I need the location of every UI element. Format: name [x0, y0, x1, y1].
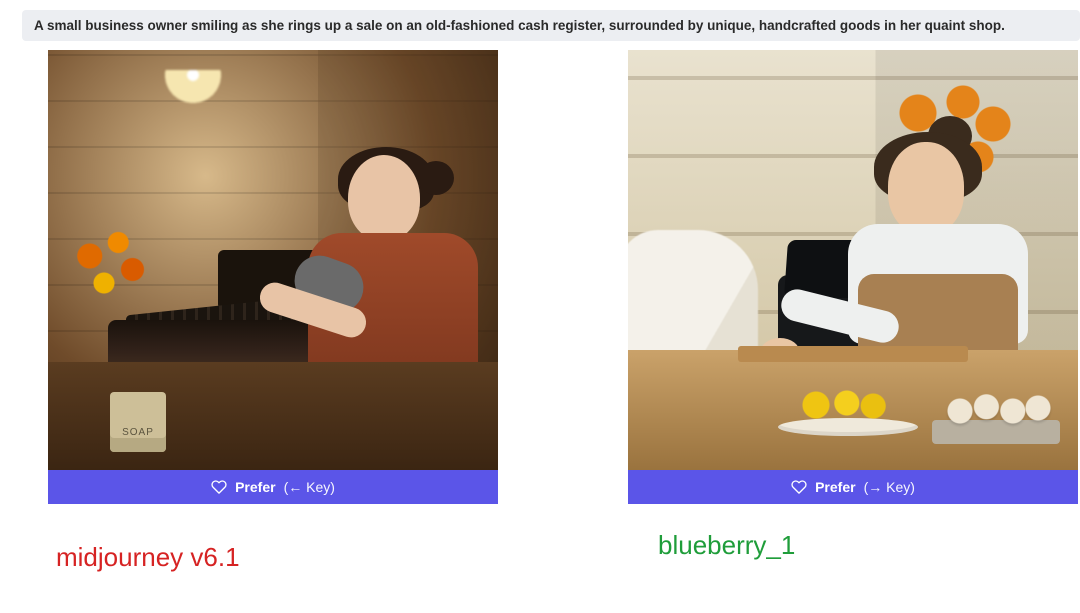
lemons-illustration — [794, 380, 904, 430]
heart-icon — [211, 479, 227, 495]
soap-sign-illustration — [110, 392, 166, 452]
prompt-banner: A small business owner smiling as she ri… — [22, 10, 1080, 41]
generated-image-left — [48, 50, 498, 470]
prefer-left-button[interactable]: Prefer (← Key) — [48, 470, 498, 504]
model-label-left: midjourney v6.1 — [48, 542, 498, 573]
heart-icon — [791, 479, 807, 495]
prefer-right-button[interactable]: Prefer (→ Key) — [628, 470, 1078, 504]
prefer-label: Prefer — [235, 479, 275, 495]
cutting-board-illustration — [738, 346, 968, 362]
lamp-illustration — [158, 70, 228, 120]
option-right: Prefer (→ Key) blueberry_1 — [628, 50, 1078, 573]
comparison-row: Prefer (← Key) midjourney v6.1 — [48, 50, 1068, 573]
model-label-right: blueberry_1 — [628, 530, 1078, 561]
prefer-left-key-hint: (← Key) — [284, 479, 335, 495]
prefer-right-key-hint: (→ Key) — [864, 479, 915, 495]
generated-image-right — [628, 50, 1078, 470]
option-left: Prefer (← Key) midjourney v6.1 — [48, 50, 498, 573]
eggs-illustration — [936, 378, 1056, 438]
prefer-label: Prefer — [815, 479, 855, 495]
